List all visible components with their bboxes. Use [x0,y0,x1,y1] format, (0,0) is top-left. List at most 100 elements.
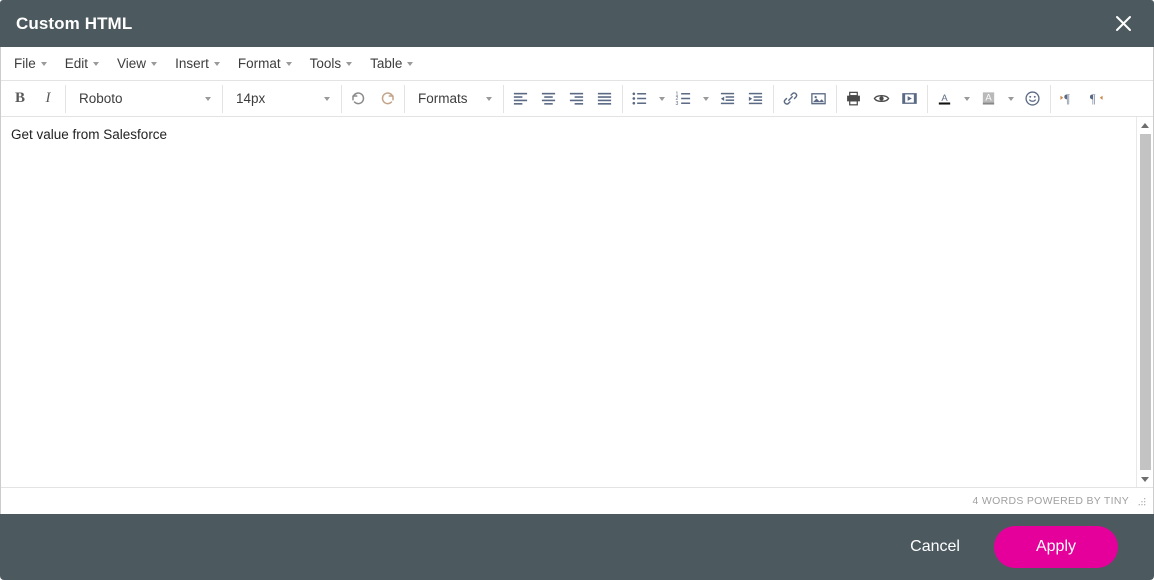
menu-label: Edit [64,56,89,71]
menu-item-tools[interactable]: Tools [301,53,362,74]
menu-item-table[interactable]: Table [361,53,422,74]
svg-text:A: A [985,93,992,104]
chevron-down-icon [205,96,211,101]
font-family-value: Roboto [79,91,123,106]
numbered-list-icon[interactable]: 1 2 3 [670,85,698,113]
triangle-down-icon [1141,476,1149,482]
chevron-down-icon [324,96,330,101]
custom-html-dialog: Custom HTML File Edit View Insert Format… [0,0,1154,580]
menu-item-format[interactable]: Format [229,53,301,74]
word-count-status: 4 words Powered by Tiny [972,495,1129,507]
chevron-down-icon [1007,96,1014,101]
close-icon[interactable] [1106,7,1140,41]
toolbar-group-direction: ¶ ¶ [1051,85,1113,113]
numbered-list-options-caret[interactable] [698,85,714,113]
scroll-up-arrow-icon[interactable] [1137,117,1154,133]
menu-label: File [14,56,36,71]
background-color-options-caret[interactable] [1003,85,1019,113]
chevron-down-icon [151,61,158,66]
undo-icon[interactable] [345,85,373,113]
tinymce-editor: File Edit View Insert Format Tools Table… [0,47,1154,514]
cancel-button[interactable]: Cancel [898,530,972,564]
print-icon[interactable] [840,85,868,113]
editor-content-wrap: Get value from Salesforce [1,117,1153,487]
italic-button[interactable]: I [34,85,62,113]
bullet-list-options-caret[interactable] [654,85,670,113]
direction-rtl-icon[interactable]: ¶ [1082,85,1110,113]
menu-label: Format [237,56,281,71]
chevron-down-icon [93,61,100,66]
menu-label: Table [370,56,403,71]
align-justify-icon[interactable] [591,85,619,113]
dialog-footer: Cancel Apply [0,514,1154,580]
bold-icon: B [14,90,25,106]
svg-text:¶: ¶ [1090,92,1096,106]
scrollbar-thumb[interactable] [1139,134,1151,470]
redo-icon[interactable] [373,85,401,113]
svg-text:3: 3 [675,101,678,107]
chevron-down-icon [963,96,970,101]
formats-value: Formats [418,91,468,106]
toolbar-group-fontfamily: Roboto [66,84,223,113]
menu-item-file[interactable]: File [5,53,56,74]
align-center-icon[interactable] [535,85,563,113]
font-family-select[interactable]: Roboto [69,85,219,113]
scroll-down-arrow-icon[interactable] [1137,471,1154,487]
image-icon[interactable] [805,85,833,113]
italic-icon: I [45,90,51,106]
dialog-title: Custom HTML [16,13,133,33]
toolbar-group-view [837,84,928,113]
chevron-down-icon [213,61,220,66]
dialog-titlebar: Custom HTML [0,0,1154,47]
indent-icon[interactable] [742,85,770,113]
resize-grip-icon[interactable] [1135,495,1147,507]
direction-ltr-icon[interactable]: ¶ [1054,85,1082,113]
media-icon[interactable] [896,85,924,113]
align-right-icon[interactable] [563,85,591,113]
toolbar-group-formats: Formats [405,84,504,113]
chevron-down-icon [346,61,353,66]
text-color-icon[interactable]: A [931,85,959,113]
link-icon[interactable] [777,85,805,113]
chevron-down-icon [285,61,292,66]
toolbar-group-alignment [504,84,623,113]
font-size-select[interactable]: 14px [226,85,338,113]
outdent-icon[interactable] [714,85,742,113]
menu-item-insert[interactable]: Insert [166,53,229,74]
chevron-down-icon [485,96,492,101]
toolbar: B I Roboto 14px Formats 1 2 3 A A ¶ ¶ [1,81,1153,117]
chevron-down-icon [702,96,709,101]
chevron-down-icon [407,61,414,66]
triangle-up-icon [1141,122,1149,128]
toolbar-group-styles: B I [3,84,66,113]
preview-eye-icon[interactable] [868,85,896,113]
emoticon-icon[interactable] [1019,85,1047,113]
svg-text:A: A [941,93,948,104]
menu-label: View [117,56,147,71]
menu-label: Insert [175,56,209,71]
menu-item-view[interactable]: View [108,53,166,74]
toolbar-group-history [342,84,405,113]
toolbar-group-insert [774,84,837,113]
scrollbar-track[interactable] [1137,133,1154,471]
menubar: File Edit View Insert Format Tools Table [1,47,1153,81]
bullet-list-icon[interactable] [626,85,654,113]
editor-content[interactable]: Get value from Salesforce [1,117,1136,487]
chevron-down-icon [658,96,665,101]
svg-text:¶: ¶ [1064,92,1070,106]
menu-label: Tools [309,56,342,71]
apply-button[interactable]: Apply [993,526,1118,568]
background-color-icon[interactable]: A [975,85,1003,113]
formats-select[interactable]: Formats [408,85,500,113]
align-left-icon[interactable] [507,85,535,113]
editor-scrollbar[interactable] [1136,117,1153,487]
chevron-down-icon [40,61,47,66]
bold-button[interactable]: B [6,85,34,113]
toolbar-group-colors: A A [928,84,1051,113]
editor-statusbar: 4 words Powered by Tiny [1,487,1153,514]
toolbar-group-lists: 1 2 3 [623,84,774,113]
text-color-options-caret[interactable] [959,85,975,113]
toolbar-group-fontsize: 14px [223,84,342,113]
menu-item-edit[interactable]: Edit [56,53,108,74]
font-size-value: 14px [236,91,266,106]
